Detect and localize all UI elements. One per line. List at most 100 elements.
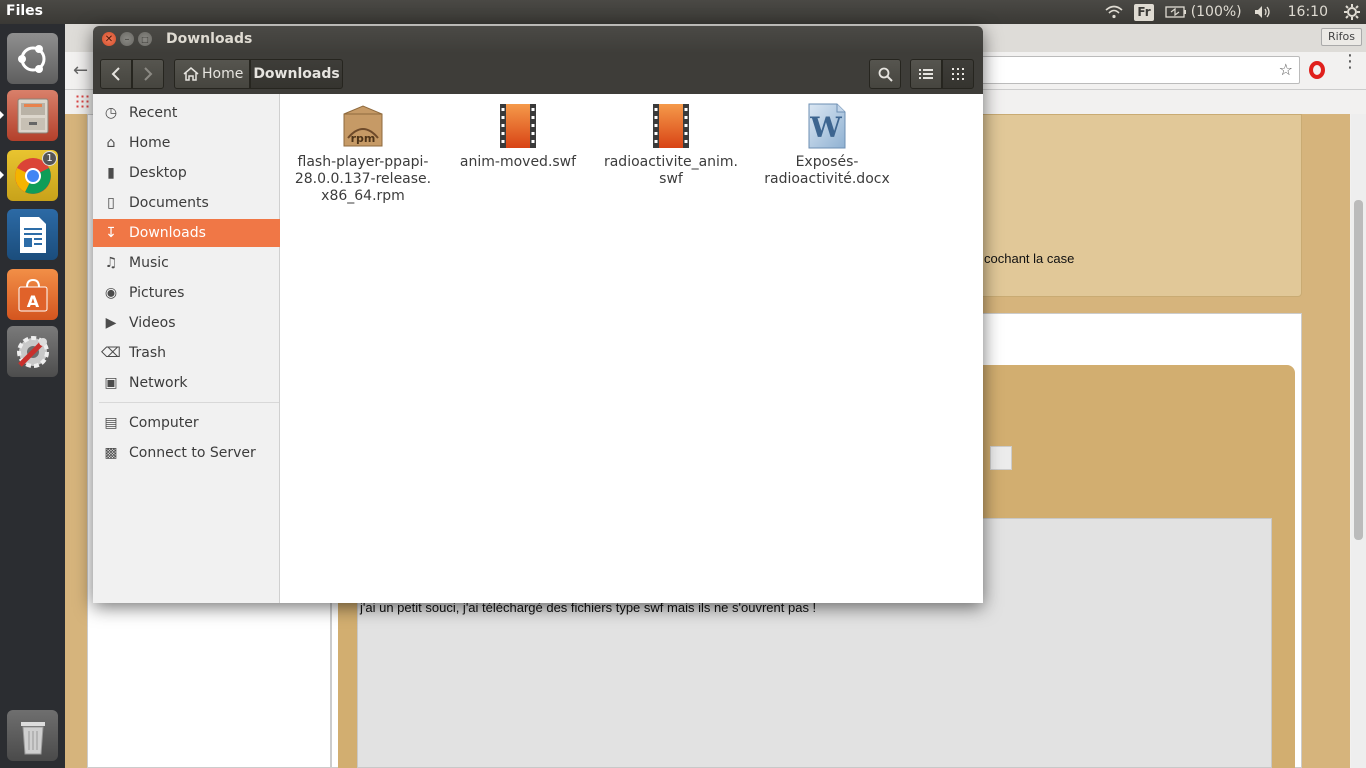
folder-icon: ▮ bbox=[107, 165, 115, 181]
top-panel: Files Fr (100%) 16:10 bbox=[0, 0, 1366, 24]
sidebar-item-music[interactable]: ♫ Music bbox=[93, 249, 280, 277]
path-downloads-button[interactable]: Downloads bbox=[250, 59, 343, 89]
sidebar-item-label: Connect to Server bbox=[129, 445, 256, 461]
dash-home-button[interactable] bbox=[7, 33, 58, 84]
battery-icon bbox=[1165, 6, 1186, 18]
sidebar-item-videos[interactable]: ▶ Videos bbox=[93, 309, 280, 337]
apps-grid-icon[interactable] bbox=[75, 94, 89, 108]
file-name-line: radioactivité.docx bbox=[764, 171, 890, 187]
bookmark-star-icon[interactable]: ☆ bbox=[1279, 60, 1293, 79]
file-item[interactable]: radioactivite_anim. swf bbox=[596, 102, 746, 188]
back-button[interactable] bbox=[100, 59, 132, 89]
sidebar-item-recent[interactable]: ◷ Recent bbox=[93, 99, 280, 127]
path-home-button[interactable]: Home bbox=[174, 59, 250, 89]
session-gear-icon[interactable] bbox=[1338, 0, 1366, 24]
app-name: Files bbox=[6, 3, 43, 19]
battery-indicator[interactable]: (100%) bbox=[1159, 0, 1248, 24]
video-file-icon bbox=[495, 102, 541, 152]
sidebar-item-pictures[interactable]: ◉ Pictures bbox=[93, 279, 280, 307]
clock-icon: ◷ bbox=[104, 105, 118, 121]
sidebar-separator bbox=[99, 402, 279, 403]
minimize-button[interactable]: – bbox=[120, 32, 134, 46]
music-icon: ♫ bbox=[104, 255, 118, 271]
sidebar-item-trash[interactable]: ⌫ Trash bbox=[93, 339, 280, 367]
sidebar-item-label: Music bbox=[129, 255, 169, 271]
file-name-line: 28.0.0.137-release. bbox=[294, 171, 432, 187]
battery-percent: (100%) bbox=[1190, 4, 1242, 20]
files-launcher-button[interactable] bbox=[7, 90, 58, 141]
sidebar-item-connect-to-server[interactable]: ▩ Connect to Server bbox=[93, 439, 280, 467]
trash-launcher-button[interactable] bbox=[7, 710, 58, 761]
sidebar-item-computer[interactable]: ▤ Computer bbox=[93, 409, 280, 437]
volume-icon[interactable] bbox=[1248, 0, 1278, 24]
back-arrow-icon[interactable]: ← bbox=[73, 60, 88, 81]
file-item[interactable]: rpm flash-player-ppapi- 28.0.0.137-relea… bbox=[288, 102, 438, 205]
ubuntu-logo-icon bbox=[17, 44, 45, 73]
list-view-button[interactable] bbox=[910, 59, 942, 89]
close-button[interactable]: ✕ bbox=[102, 32, 116, 46]
active-indicator bbox=[0, 111, 4, 119]
file-name-line: flash-player-ppapi- bbox=[297, 154, 429, 170]
wifi-icon[interactable] bbox=[1099, 0, 1129, 24]
keyboard-layout-indicator[interactable]: Fr bbox=[1134, 3, 1154, 21]
chrome-launcher-button[interactable]: 1 bbox=[7, 150, 58, 201]
home-icon bbox=[183, 67, 199, 81]
window-titlebar[interactable]: ✕ – □ Downloads bbox=[93, 26, 983, 53]
sidebar-item-label: Trash bbox=[129, 345, 166, 361]
file-grid: rpm flash-player-ppapi- 28.0.0.137-relea… bbox=[281, 94, 983, 603]
page-input-field[interactable] bbox=[990, 446, 1012, 470]
film-icon: ▶ bbox=[105, 315, 117, 331]
places-sidebar: ◷ Recent ⌂ Home ▮ Desktop ▯ Documents ↧ Downl… bbox=[93, 94, 280, 603]
file-item[interactable]: anim-moved.swf bbox=[443, 102, 593, 171]
writer-document-icon bbox=[19, 216, 46, 253]
trash-icon: ⌫ bbox=[101, 345, 121, 361]
menu-icon[interactable]: ⋮ bbox=[1341, 53, 1359, 71]
shopping-bag-icon: A bbox=[18, 278, 47, 311]
page-scrollbar[interactable] bbox=[1351, 114, 1366, 768]
system-tray: Fr (100%) 16:10 bbox=[1099, 0, 1366, 24]
sidebar-item-documents[interactable]: ▯ Documents bbox=[93, 189, 280, 217]
list-view-icon bbox=[919, 69, 933, 79]
sidebar-item-label: Pictures bbox=[129, 285, 185, 301]
files-window: ✕ – □ Downloads Home Downloads ◷ Recent ⌂… bbox=[93, 26, 983, 603]
sidebar-item-label: Network bbox=[129, 375, 188, 391]
download-icon: ↧ bbox=[105, 225, 117, 241]
chevron-right-icon bbox=[144, 67, 153, 81]
window-title: Downloads bbox=[166, 31, 253, 47]
opera-extension-icon[interactable] bbox=[1309, 61, 1325, 79]
path-downloads-label: Downloads bbox=[253, 66, 340, 82]
active-indicator bbox=[0, 171, 4, 179]
video-file-icon bbox=[648, 102, 694, 152]
svg-text:W: W bbox=[809, 111, 842, 144]
writer-launcher-button[interactable] bbox=[7, 209, 58, 260]
software-center-launcher-button[interactable]: A bbox=[7, 269, 58, 320]
grid-view-button[interactable] bbox=[942, 59, 974, 89]
chevron-left-icon bbox=[111, 67, 120, 81]
sidebar-item-label: Computer bbox=[129, 415, 199, 431]
sidebar-item-label: Downloads bbox=[129, 225, 206, 241]
sidebar-item-downloads[interactable]: ↧ Downloads bbox=[93, 219, 280, 247]
file-name-line: anim-moved.swf bbox=[459, 154, 577, 170]
svg-text:A: A bbox=[26, 292, 39, 311]
sidebar-item-network[interactable]: ▣ Network bbox=[93, 369, 280, 397]
notification-badge: 1 bbox=[42, 151, 57, 166]
word-document-icon: W bbox=[804, 102, 850, 152]
sidebar-item-home[interactable]: ⌂ Home bbox=[93, 129, 280, 157]
sidebar-item-desktop[interactable]: ▮ Desktop bbox=[93, 159, 280, 187]
clock[interactable]: 16:10 bbox=[1278, 0, 1338, 24]
maximize-button[interactable]: □ bbox=[138, 32, 152, 46]
launcher: 1 A bbox=[0, 24, 65, 768]
file-cabinet-icon bbox=[17, 98, 48, 133]
computer-icon: ▤ bbox=[104, 415, 118, 431]
forward-button[interactable] bbox=[132, 59, 164, 89]
file-item[interactable]: W Exposés- radioactivité.docx bbox=[752, 102, 902, 188]
system-settings-launcher-button[interactable] bbox=[7, 326, 58, 377]
server-icon: ▩ bbox=[104, 445, 118, 461]
document-icon: ▯ bbox=[107, 195, 115, 211]
grid-view-icon bbox=[952, 68, 964, 80]
file-name-line: radioactivite_anim. bbox=[603, 154, 739, 170]
search-button[interactable] bbox=[869, 59, 901, 89]
profile-button[interactable]: Rifos bbox=[1320, 28, 1362, 46]
scrollbar-thumb[interactable] bbox=[1354, 200, 1363, 540]
camera-icon: ◉ bbox=[104, 285, 118, 301]
